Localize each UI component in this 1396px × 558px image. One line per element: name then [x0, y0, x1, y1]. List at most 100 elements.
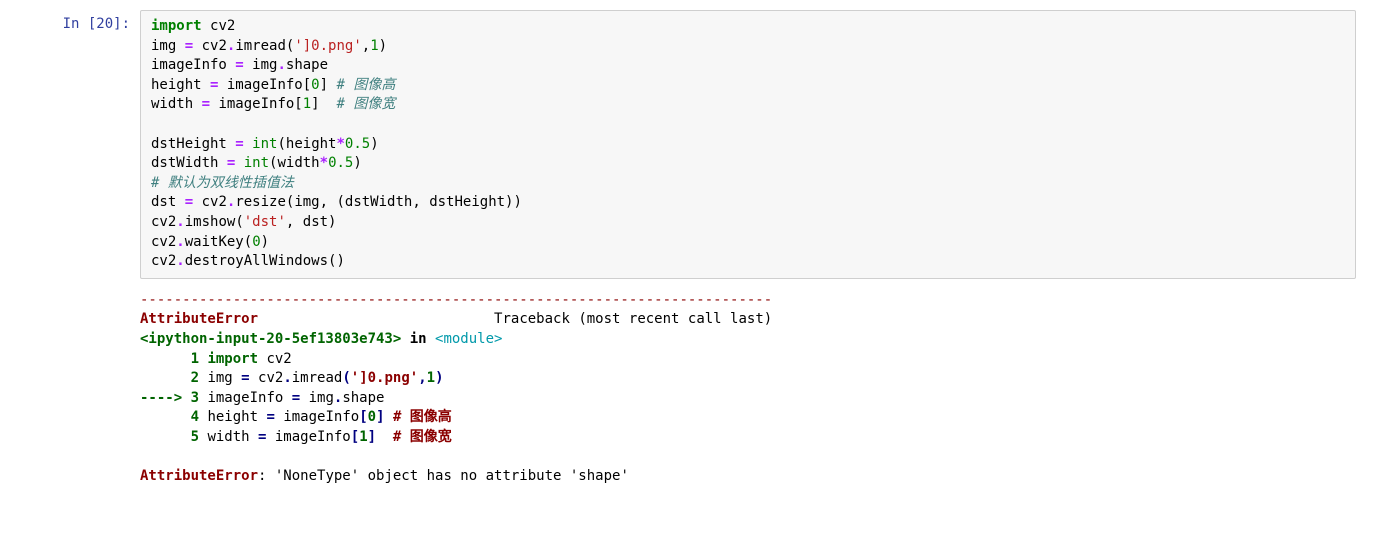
- error-final-name: AttributeError: [140, 468, 258, 484]
- code-text: cv2: [258, 351, 292, 367]
- error-separator: ----------------------------------------…: [140, 292, 772, 308]
- func-name: imshow: [185, 214, 236, 230]
- paren: (: [277, 136, 285, 152]
- operator: =: [185, 194, 193, 210]
- code-text: imageInfo: [207, 390, 291, 406]
- code-text: imageInfo[: [210, 96, 303, 112]
- error-arrow: ----> 3: [140, 390, 207, 406]
- output-cell: ----------------------------------------…: [40, 289, 1356, 489]
- code-text: , dst): [286, 214, 337, 230]
- traceback-label: [258, 311, 494, 327]
- error-file: <ipython-input-20-5ef13803e743>: [140, 331, 401, 347]
- line-number: 4: [140, 409, 207, 425]
- line-number: 2: [140, 370, 207, 386]
- code-text: height: [151, 77, 210, 93]
- comma: ,: [362, 38, 370, 54]
- code-text: height: [286, 136, 337, 152]
- operator: =: [202, 96, 210, 112]
- func-name: destroyAllWindows: [185, 253, 328, 269]
- operator: =: [241, 370, 249, 386]
- func-name: imread: [292, 370, 343, 386]
- code-text: cv2: [193, 194, 227, 210]
- line-number: 5: [140, 429, 207, 445]
- comment: # 图像高: [393, 409, 452, 425]
- error-module: <module>: [435, 331, 502, 347]
- operator: .: [176, 253, 184, 269]
- number-literal: 0: [252, 234, 260, 250]
- code-text: dstWidth: [151, 155, 227, 171]
- code-text: imageInfo: [266, 429, 350, 445]
- number-literal: 1: [370, 38, 378, 54]
- keyword: import: [207, 351, 258, 367]
- bracket: ]: [368, 429, 376, 445]
- error-output: ----------------------------------------…: [140, 289, 1356, 489]
- operator: .: [176, 214, 184, 230]
- code-text: cv2: [250, 370, 284, 386]
- paren: ): [261, 234, 269, 250]
- code-text: ]: [320, 77, 337, 93]
- bracket: [: [351, 429, 359, 445]
- func-name: resize: [235, 194, 286, 210]
- paren: ): [379, 38, 387, 54]
- code-text: img: [300, 390, 334, 406]
- comment: # 图像宽: [393, 429, 452, 445]
- input-prompt: In [20]:: [40, 10, 140, 32]
- bracket: [: [359, 409, 367, 425]
- space: [235, 155, 243, 171]
- operator: .: [277, 57, 285, 73]
- code-text: img: [151, 38, 185, 54]
- code-text: img: [244, 57, 278, 73]
- number-literal: 1: [303, 96, 311, 112]
- code-text: imageInfo: [151, 57, 235, 73]
- comment: # 图像高: [336, 77, 395, 93]
- operator: =: [185, 38, 193, 54]
- space: [385, 409, 393, 425]
- code-text: cv2: [193, 38, 227, 54]
- operator: =: [266, 409, 274, 425]
- operator: *: [336, 136, 344, 152]
- number-literal: 0: [368, 409, 376, 425]
- code-text: width: [277, 155, 319, 171]
- paren: ): [435, 370, 443, 386]
- operator: =: [235, 136, 243, 152]
- number-literal: 1: [427, 370, 435, 386]
- builtin-func: int: [252, 136, 277, 152]
- code-editor[interactable]: import cv2 img = cv2.imread(']0.png',1) …: [140, 10, 1356, 279]
- code-cell: In [20]: import cv2 img = cv2. imread ( ']0…: [40, 10, 1356, 279]
- paren: ): [336, 253, 344, 269]
- number-literal: 1: [359, 429, 367, 445]
- error-name: AttributeError: [140, 311, 258, 327]
- func-name: waitKey: [185, 234, 244, 250]
- attr-name: shape: [286, 57, 328, 73]
- number-literal: 0.5: [328, 155, 353, 171]
- code-text: cv2: [151, 214, 176, 230]
- space: [244, 136, 252, 152]
- paren: ): [370, 136, 378, 152]
- number-literal: 0.5: [345, 136, 370, 152]
- operator: =: [235, 57, 243, 73]
- operator: *: [320, 155, 328, 171]
- code-text: width: [151, 96, 202, 112]
- attr-name: shape: [342, 390, 384, 406]
- func-name: imread: [235, 38, 286, 54]
- code-text: imageInfo[: [218, 77, 311, 93]
- operator: .: [283, 370, 291, 386]
- space: [376, 429, 393, 445]
- keyword-import: import: [151, 18, 202, 34]
- code-text: cv2: [151, 234, 176, 250]
- comma: ,: [418, 370, 426, 386]
- operator: =: [292, 390, 300, 406]
- string-literal: 'dst': [244, 214, 286, 230]
- string-literal: ']0.png': [294, 38, 361, 54]
- bracket: ]: [376, 409, 384, 425]
- code-text: ]: [311, 96, 336, 112]
- builtin-func: int: [244, 155, 269, 171]
- error-in: in: [401, 331, 435, 347]
- paren: (: [342, 370, 350, 386]
- code-text: img: [207, 370, 241, 386]
- code-text: height: [207, 409, 266, 425]
- comment: # 默认为双线性插值法: [151, 175, 294, 191]
- paren: (: [235, 214, 243, 230]
- error-message: : 'NoneType' object has no attribute 'sh…: [258, 468, 629, 484]
- line-number: 1: [140, 351, 207, 367]
